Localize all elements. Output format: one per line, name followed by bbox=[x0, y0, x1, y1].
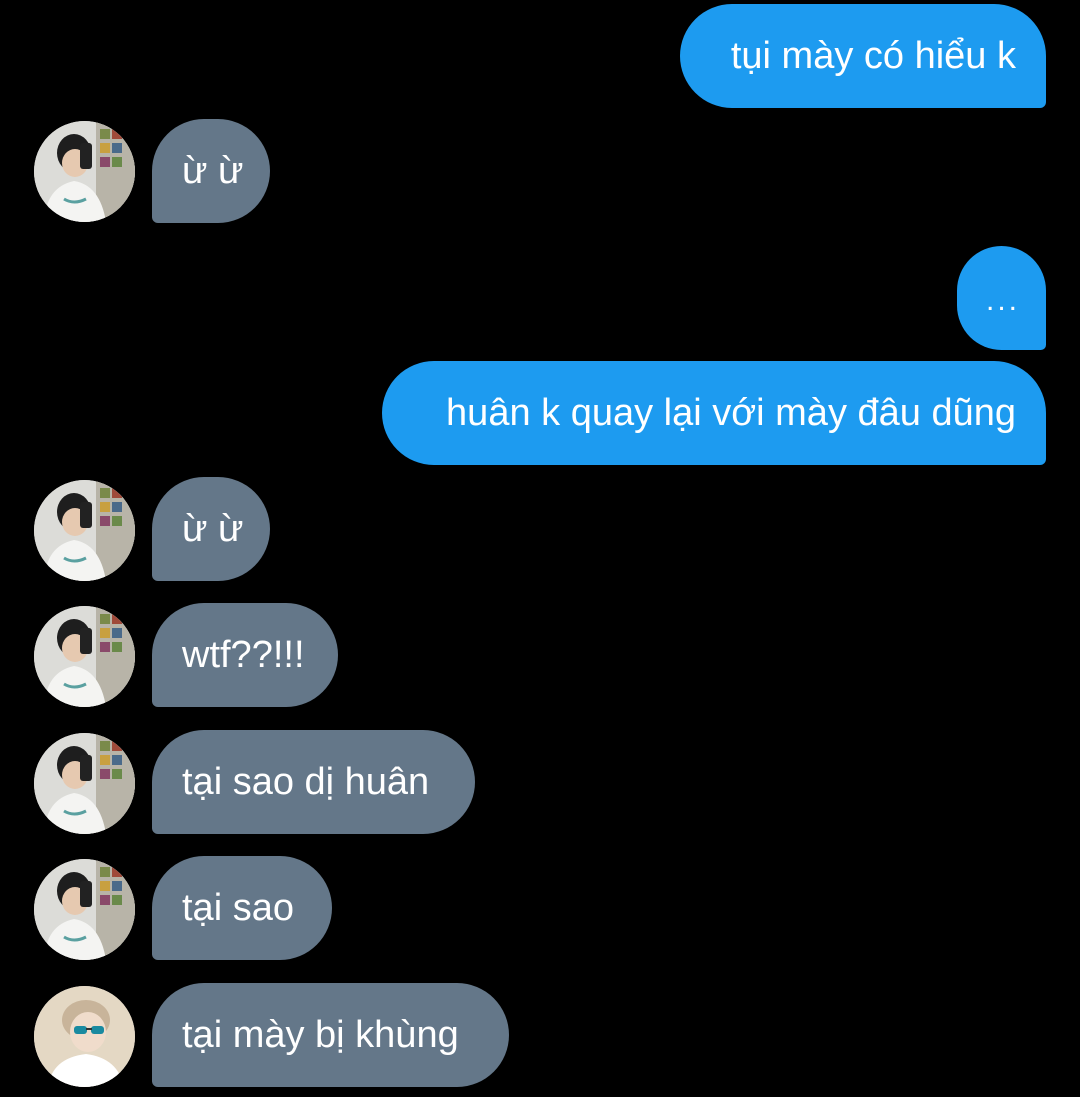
avatar-mirror-selfie[interactable] bbox=[34, 480, 135, 581]
message-text: huân k quay lại với mày đâu dũng bbox=[446, 392, 1016, 434]
received-message-bubble[interactable]: ừ ừ bbox=[152, 119, 270, 223]
message-text: ừ ừ bbox=[182, 150, 244, 192]
avatar-mirror-selfie[interactable] bbox=[34, 606, 135, 707]
avatar-image bbox=[34, 733, 135, 834]
received-message-bubble[interactable]: ừ ừ bbox=[152, 477, 270, 581]
avatar-image bbox=[34, 121, 135, 222]
sent-message-bubble[interactable]: huân k quay lại với mày đâu dũng bbox=[382, 361, 1046, 465]
message-text: tại sao dị huân bbox=[182, 761, 430, 803]
received-message-bubble[interactable]: tại mày bị khùng bbox=[152, 983, 509, 1087]
sent-message-bubble[interactable]: tụi mày có hiểu k bbox=[680, 4, 1046, 108]
avatar-image bbox=[34, 480, 135, 581]
sent-message-bubble[interactable]: ... bbox=[957, 246, 1046, 350]
message-text: tại sao bbox=[182, 887, 294, 929]
received-message-bubble[interactable]: tại sao dị huân bbox=[152, 730, 475, 834]
message-text: tụi mày có hiểu k bbox=[730, 35, 1016, 77]
received-message-bubble[interactable]: tại sao bbox=[152, 856, 332, 960]
avatar-mirror-selfie[interactable] bbox=[34, 121, 135, 222]
avatar-sunglasses[interactable] bbox=[34, 986, 135, 1087]
message-text: ... bbox=[985, 284, 1020, 317]
avatar-mirror-selfie[interactable] bbox=[34, 733, 135, 834]
message-text: ừ ừ bbox=[182, 508, 244, 550]
avatar-mirror-selfie[interactable] bbox=[34, 859, 135, 960]
received-message-bubble[interactable]: wtf??!!! bbox=[152, 603, 338, 707]
avatar-image bbox=[34, 859, 135, 960]
message-text: wtf??!!! bbox=[182, 634, 305, 676]
avatar-image bbox=[34, 986, 135, 1087]
avatar-image bbox=[34, 606, 135, 707]
message-text: tại mày bị khùng bbox=[182, 1014, 459, 1056]
